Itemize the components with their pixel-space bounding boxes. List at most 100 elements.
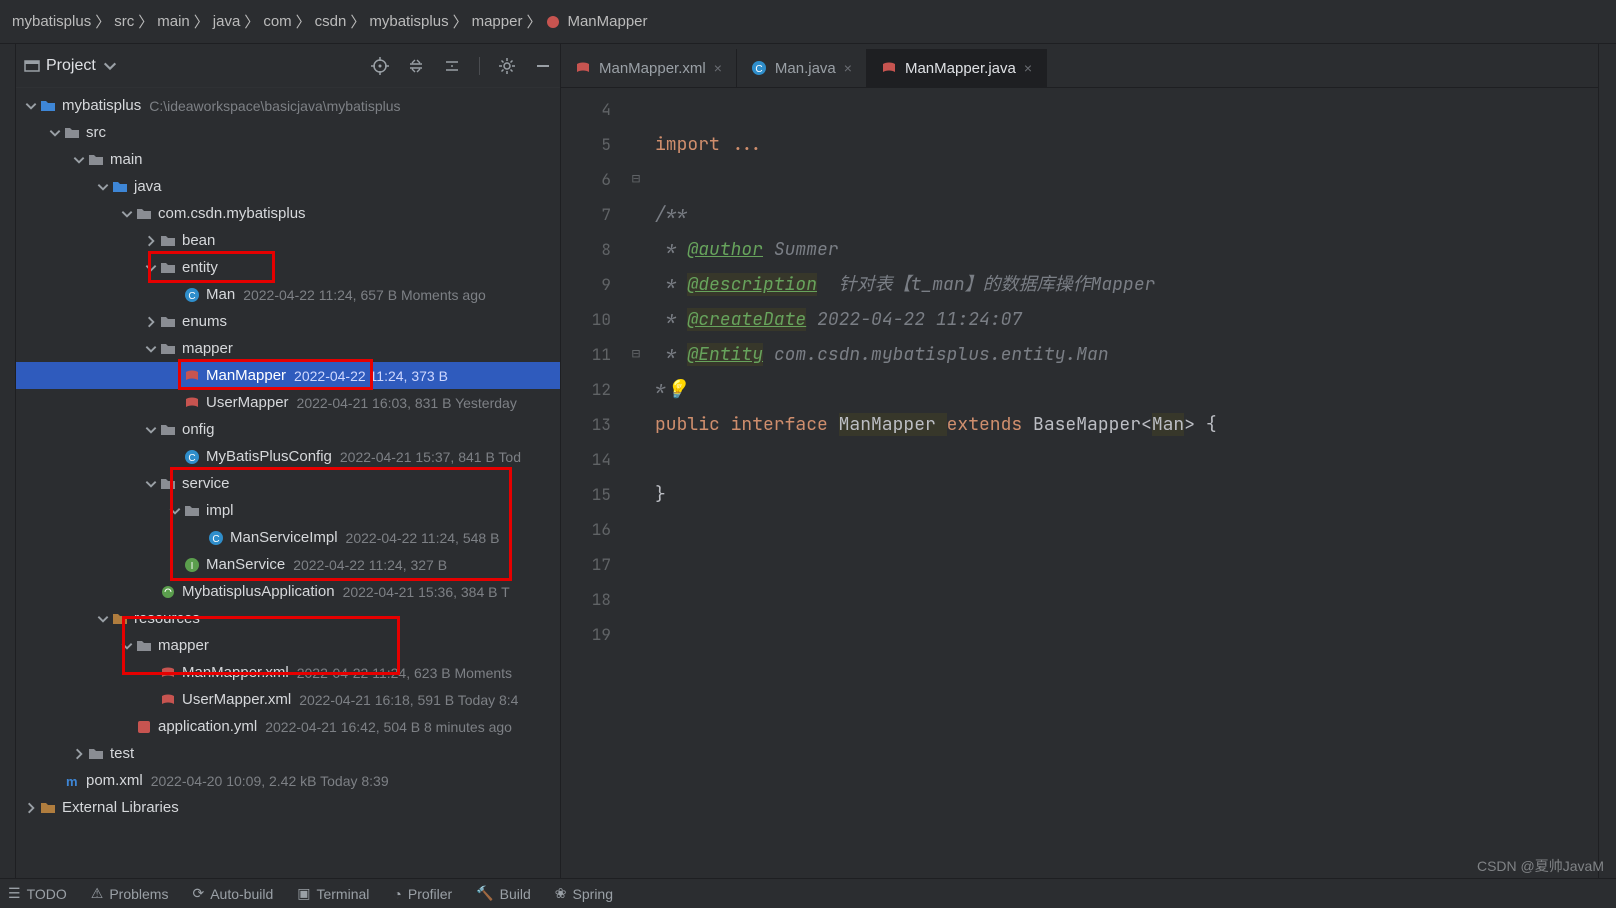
project-panel-title[interactable]: Project: [24, 57, 118, 75]
svg-text:I: I: [191, 561, 194, 572]
breadcrumb-item[interactable]: mybatisplus: [8, 13, 95, 30]
problems-icon: ⚠: [91, 885, 104, 902]
tree-item[interactable]: service: [16, 470, 560, 497]
editor-tabs: ManMapper.xml×CMan.java×ManMapper.java×: [561, 44, 1598, 88]
bottom-tool-auto-build[interactable]: ⟳Auto-build: [192, 885, 273, 902]
tree-item[interactable]: UserMapper.xml2022-04-21 16:18, 591 B To…: [16, 686, 560, 713]
tree-item[interactable]: UserMapper2022-04-21 16:03, 831 B Yester…: [16, 389, 560, 416]
breadcrumb-item[interactable]: mapper: [468, 13, 527, 30]
breadcrumb-sep-icon: 〉: [95, 11, 110, 32]
tree-item[interactable]: com.csdn.mybatisplus: [16, 200, 560, 227]
tree-item[interactable]: IManService2022-04-22 11:24, 327 B: [16, 551, 560, 578]
code-line: * @Entity com.csdn.mybatisplus.entity.Ma…: [655, 343, 1109, 366]
intention-bulb-icon[interactable]: 💡: [666, 378, 688, 401]
breadcrumb-sep-icon: 〉: [296, 11, 311, 32]
tree-item[interactable]: CMyBatisPlusConfig2022-04-21 15:37, 841 …: [16, 443, 560, 470]
expand-all-icon[interactable]: [407, 57, 425, 75]
editor-tab[interactable]: CMan.java×: [737, 49, 867, 87]
tree-item[interactable]: bean: [16, 227, 560, 254]
tree-item[interactable]: src: [16, 119, 560, 146]
code-line: *💡: [655, 378, 688, 401]
tree-item[interactable]: test: [16, 740, 560, 767]
code-line: * @author Summer: [655, 238, 839, 261]
editor-tab[interactable]: ManMapper.java×: [867, 49, 1047, 87]
svg-text:C: C: [212, 534, 219, 545]
tree-item[interactable]: mapper: [16, 632, 560, 659]
tree-item[interactable]: java: [16, 173, 560, 200]
line-gutter: 45678910111213141516171819: [561, 88, 625, 878]
divider-icon: [479, 57, 480, 75]
breadcrumb-item[interactable]: mybatisplus: [365, 13, 452, 30]
bottom-tool-profiler[interactable]: ◔Profiler: [393, 886, 452, 902]
code-line: * @createDate 2022-04-22 11:24:07: [655, 308, 1022, 331]
breadcrumb-item[interactable]: ManMapper: [541, 13, 651, 30]
left-gutter-bar: [0, 44, 16, 878]
tree-item[interactable]: application.yml2022-04-21 16:42, 504 B 8…: [16, 713, 560, 740]
bottom-tool-problems[interactable]: ⚠Problems: [91, 885, 169, 902]
target-icon[interactable]: [371, 57, 389, 75]
bottom-tool-terminal[interactable]: ▣Terminal: [297, 885, 369, 902]
build-icon: 🔨: [476, 885, 493, 902]
minimize-icon[interactable]: [534, 57, 552, 75]
collapse-all-icon[interactable]: [443, 57, 461, 75]
editor-tab[interactable]: ManMapper.xml×: [561, 49, 737, 87]
bottom-toolbar: ☰TODO ⚠Problems ⟳Auto-build ▣Terminal ◔Profi…: [0, 878, 1616, 908]
svg-text:C: C: [188, 453, 195, 464]
tree-item[interactable]: main: [16, 146, 560, 173]
profiler-icon: ◔: [393, 886, 401, 902]
breadcrumb-item[interactable]: com: [259, 13, 295, 30]
project-panel: Project mybatisplusC:\ideaworkspace\basi…: [16, 44, 561, 878]
code-line: }: [655, 483, 666, 506]
fold-gutter: ⊟⊟: [625, 88, 647, 878]
tree-item[interactable]: ManMapper.xml2022-04-22 11:24, 623 B Mom…: [16, 659, 560, 686]
code-content[interactable]: import ... /** * @author Summer * @descr…: [647, 88, 1598, 878]
tree-item[interactable]: impl: [16, 497, 560, 524]
breadcrumb-bar: mybatisplus〉src〉main〉java〉com〉csdn〉mybat…: [0, 0, 1616, 44]
tree-item[interactable]: CMan2022-04-22 11:24, 657 B Moments ago: [16, 281, 560, 308]
auto-build-icon: ⟳: [192, 885, 204, 902]
bottom-tool-build[interactable]: 🔨Build: [476, 885, 531, 902]
tree-item[interactable]: ManMapper2022-04-22 11:24, 373 B: [16, 362, 560, 389]
tree-item[interactable]: External Libraries: [16, 794, 560, 821]
tree-item[interactable]: CManServiceImpl2022-04-22 11:24, 548 B: [16, 524, 560, 551]
tree-item[interactable]: enums: [16, 308, 560, 335]
tree-item[interactable]: mybatisplusC:\ideaworkspace\basicjava\my…: [16, 92, 560, 119]
chevron-down-icon: [102, 58, 118, 74]
bottom-tool-todo[interactable]: ☰TODO: [8, 885, 67, 902]
gear-icon[interactable]: [498, 57, 516, 75]
close-icon[interactable]: ×: [1024, 60, 1032, 76]
breadcrumb-item[interactable]: main: [153, 13, 194, 30]
tree-item[interactable]: mapper: [16, 335, 560, 362]
close-icon[interactable]: ×: [844, 60, 852, 76]
tree-item[interactable]: onfig: [16, 416, 560, 443]
right-gutter-bar: [1598, 44, 1616, 878]
project-icon: [24, 58, 40, 74]
tree-item[interactable]: mpom.xml2022-04-20 10:09, 2.42 kB Today …: [16, 767, 560, 794]
editor-area: ManMapper.xml×CMan.java×ManMapper.java× …: [561, 44, 1598, 878]
tree-item[interactable]: resources: [16, 605, 560, 632]
breadcrumb-item[interactable]: csdn: [311, 13, 351, 30]
bottom-tool-spring[interactable]: ❀Spring: [555, 885, 613, 902]
spring-icon: ❀: [555, 885, 567, 902]
breadcrumb-sep-icon: 〉: [194, 11, 209, 32]
tree-item[interactable]: entity: [16, 254, 560, 281]
code-line: public interface ManMapper extends BaseM…: [655, 413, 1217, 436]
project-panel-header: Project: [16, 44, 560, 88]
breadcrumb-sep-icon: 〉: [453, 11, 468, 32]
breadcrumb-item[interactable]: java: [209, 13, 245, 30]
code-line: * @description 针对表【t_man】的数据库操作Mapper: [655, 273, 1155, 296]
breadcrumb-item[interactable]: src: [110, 13, 138, 30]
code-line: import ...: [655, 133, 763, 156]
breadcrumb-sep-icon: 〉: [244, 11, 259, 32]
todo-icon: ☰: [8, 885, 21, 902]
project-toolbar: [371, 57, 552, 75]
breadcrumb-sep-icon: 〉: [350, 11, 365, 32]
breadcrumb-sep-icon: 〉: [138, 11, 153, 32]
close-icon[interactable]: ×: [714, 60, 722, 76]
tree-item[interactable]: MybatisplusApplication2022-04-21 15:36, …: [16, 578, 560, 605]
breadcrumb-sep-icon: 〉: [526, 11, 541, 32]
svg-text:C: C: [755, 64, 762, 75]
project-tree[interactable]: mybatisplusC:\ideaworkspace\basicjava\my…: [16, 88, 560, 878]
code-line: /**: [655, 203, 687, 226]
terminal-icon: ▣: [297, 885, 310, 902]
